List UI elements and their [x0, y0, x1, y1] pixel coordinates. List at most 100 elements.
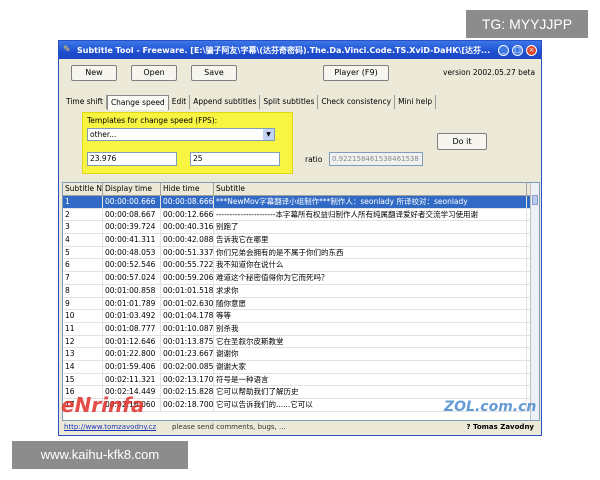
cell-hide-time: 00:02:13.170	[163, 373, 214, 386]
tab-mini-help[interactable]: Mini help	[395, 95, 437, 109]
cell-subtitle: 符号是一种语言	[214, 373, 527, 386]
from-fps-input[interactable]: 23.976	[87, 152, 177, 166]
cell-subtitle-no: 5	[63, 246, 103, 259]
cell-display-time: 00:00:52.546	[103, 259, 161, 272]
cell-subtitle-no: 15	[63, 373, 103, 386]
table-row[interactable]: 5 00:00:48.053 00:00:51.337 你们兄弟会拥有的是不属于你们的…	[63, 246, 539, 260]
maximize-button[interactable]: □	[512, 44, 523, 56]
author-label: ? Tomas Zavodny	[466, 423, 534, 431]
table-row[interactable]: 1 00:00:00.666 00:00:08.666 ***NewMov字幕翻译小组…	[63, 196, 539, 209]
tab-check-consistency[interactable]: Check consistency	[318, 95, 396, 109]
cell-subtitle: 求求你	[214, 284, 527, 297]
cell-hide-time: 00:00:08.666	[163, 196, 214, 208]
cell-subtitle-no: 10	[63, 310, 103, 322]
cell-display-time: 00:00:08.667	[103, 208, 161, 221]
cell-subtitle-no: 2	[63, 208, 103, 221]
table-row[interactable]: 2 00:00:08.667 00:00:12.666 ---------------…	[63, 208, 539, 222]
col-subtitle-no[interactable]: Subtitle No	[63, 183, 103, 195]
player-button[interactable]: Player (F9)	[323, 65, 389, 81]
cell-hide-time: 00:01:02.630	[163, 297, 214, 310]
cell-subtitle-no: 1	[63, 196, 103, 208]
cell-hide-time: 00:00:55.722	[163, 259, 214, 272]
open-button[interactable]: Open	[131, 65, 177, 81]
cell-display-time: 00:00:00.666	[103, 196, 161, 208]
status-bar: http://www.tomzavodny.cz please send com…	[62, 421, 538, 433]
cell-display-time: 00:00:48.053	[103, 246, 161, 259]
homepage-link[interactable]: http://www.tomzavodny.cz	[64, 421, 156, 433]
cell-subtitle-no: 8	[63, 284, 103, 297]
cell-subtitle-no: 4	[63, 234, 103, 246]
cell-subtitle: 等等	[214, 310, 527, 322]
cell-subtitle: 它可以帮助我们了解历史	[214, 386, 527, 398]
chevron-down-icon[interactable]: ▼	[263, 129, 274, 140]
templates-label: Templates for change speed (FPS):	[87, 116, 218, 125]
save-button[interactable]: Save	[191, 65, 237, 81]
cell-hide-time: 00:00:12.666	[163, 208, 214, 221]
site-logo-right: ZOL.com.cn	[444, 399, 537, 415]
cell-subtitle: ***NewMov字幕翻译小组制作***制作人：seonlady 所译校对：se…	[214, 196, 527, 208]
table-row[interactable]: 12 00:01:12.646 00:01:13.875 它在圣叙尔皮斯教堂	[63, 335, 539, 349]
table-row[interactable]: 10 00:01:03.492 00:01:04.178 等等	[63, 310, 539, 323]
table-row[interactable]: 9 00:01:01.789 00:01:02.630 随你意愿	[63, 297, 539, 311]
col-subtitle[interactable]: Subtitle	[214, 183, 527, 195]
close-button[interactable]: ×	[526, 44, 537, 56]
table-row[interactable]: 15 00:02:11.321 00:02:13.170 符号是一种语言	[63, 373, 539, 387]
cell-subtitle-no: 14	[63, 360, 103, 373]
cell-hide-time: 00:02:00.085	[163, 360, 214, 373]
cell-subtitle-no: 13	[63, 348, 103, 360]
cell-hide-time: 00:01:01.518	[163, 284, 214, 297]
watermark-bottom: www.kaihu-kfk8.com	[12, 441, 188, 469]
table-header: Subtitle No Display time Hide time Subti…	[63, 183, 539, 196]
vertical-scrollbar[interactable]	[530, 183, 539, 420]
minimize-button[interactable]: _	[498, 44, 509, 56]
app-window: ✎ Subtitle Tool - Freeware. [E:\骗子阿友\字幕\…	[58, 40, 542, 436]
cell-hide-time: 00:00:40.316	[163, 221, 214, 234]
cell-hide-time: 00:01:10.087	[163, 322, 214, 335]
cell-subtitle: 别跑了	[214, 221, 527, 234]
cell-subtitle-no: 3	[63, 221, 103, 234]
cell-display-time: 00:01:03.492	[103, 310, 161, 322]
table-row[interactable]: 4 00:00:41.311 00:00:42.088 告诉我它在哪里	[63, 234, 539, 247]
cell-display-time: 00:01:12.646	[103, 335, 161, 348]
table-row[interactable]: 13 00:01:22.800 00:01:23.667 谢谢你	[63, 348, 539, 361]
table-row[interactable]: 6 00:00:52.546 00:00:55.722 我不知道你在说什么	[63, 259, 539, 273]
tab-edit[interactable]: Edit	[169, 95, 191, 109]
to-fps-input[interactable]: 25	[190, 152, 280, 166]
app-icon: ✎	[63, 45, 71, 55]
cell-subtitle: 谢谢你	[214, 348, 527, 360]
scroll-thumb[interactable]	[532, 195, 538, 205]
cell-subtitle: 告诉我它在哪里	[214, 234, 527, 246]
col-display-time[interactable]: Display time	[103, 183, 161, 195]
tab-split-subtitles[interactable]: Split subtitles	[260, 95, 319, 109]
cell-display-time: 00:01:08.777	[103, 322, 161, 335]
col-hide-time[interactable]: Hide time	[161, 183, 214, 195]
subtitle-table[interactable]: Subtitle No Display time Hide time Subti…	[62, 182, 540, 421]
do-it-button[interactable]: Do it	[437, 133, 487, 150]
title-bar[interactable]: ✎ Subtitle Tool - Freeware. [E:\骗子阿友\字幕\…	[59, 41, 541, 59]
cell-subtitle-no: 9	[63, 297, 103, 310]
cell-display-time: 00:00:57.024	[103, 272, 161, 284]
template-select[interactable]: other... ▼	[87, 128, 275, 141]
table-row[interactable]: 14 00:01:59.406 00:02:00.085 谢谢大家	[63, 360, 539, 374]
cell-subtitle: 随你意愿	[214, 297, 527, 310]
cell-hide-time: 00:00:51.337	[163, 246, 214, 259]
table-row[interactable]: 7 00:00:57.024 00:00:59.206 难道这个秘密值得你为它而死吗？	[63, 272, 539, 285]
site-logo-left: eNrinfa	[61, 393, 145, 417]
cell-display-time: 00:01:01.789	[103, 297, 161, 310]
cell-subtitle-no: 7	[63, 272, 103, 284]
window-title: Subtitle Tool - Freeware. [E:\骗子阿友\字幕\(达…	[77, 45, 491, 55]
cell-subtitle-no: 12	[63, 335, 103, 348]
cell-hide-time: 00:01:04.178	[163, 310, 214, 322]
cell-hide-time: 00:02:18.700	[163, 399, 214, 411]
tab-time-shift[interactable]: Time shift	[63, 95, 107, 109]
table-row[interactable]: 11 00:01:08.777 00:01:10.087 别杀我	[63, 322, 539, 336]
new-button[interactable]: New	[71, 65, 117, 81]
tab-change-speed[interactable]: Change speed	[106, 95, 169, 110]
tab-append-subtitles[interactable]: Append subtitles	[190, 95, 261, 109]
cell-display-time: 00:00:39.724	[103, 221, 161, 234]
cell-subtitle: 你们兄弟会拥有的是不属于你们的东西	[214, 246, 527, 259]
table-row[interactable]: 3 00:00:39.724 00:00:40.316 别跑了	[63, 221, 539, 235]
table-row[interactable]: 8 00:01:00.858 00:01:01.518 求求你	[63, 284, 539, 298]
cell-subtitle: 难道这个秘密值得你为它而死吗？	[214, 272, 527, 284]
cell-hide-time: 00:00:42.088	[163, 234, 214, 246]
